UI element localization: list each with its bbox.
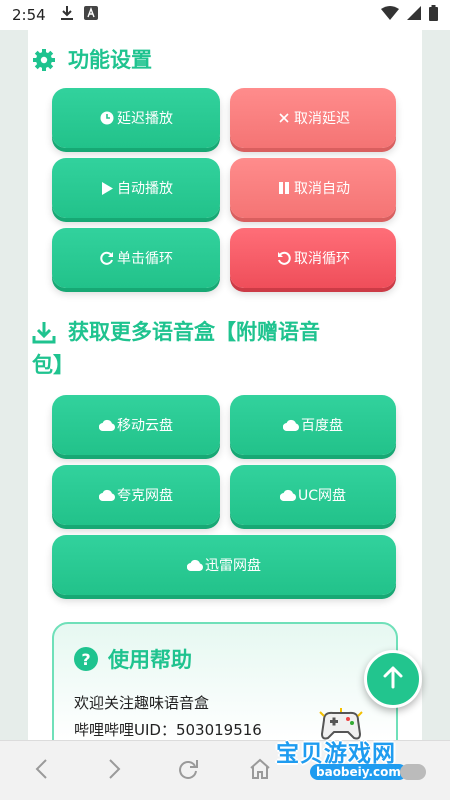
gear-icon [32, 48, 56, 72]
delay-play-button[interactable]: 延迟播放 [52, 88, 220, 148]
arrow-up-icon [382, 665, 404, 693]
pause-icon [276, 180, 292, 196]
cancel-auto-button[interactable]: 取消自动 [230, 158, 396, 218]
watermark: 宝贝游戏网 baobeiy.com [270, 708, 445, 788]
undo-icon [276, 250, 292, 266]
uc-disk-button[interactable]: UC网盘 [230, 465, 396, 525]
cloud-icon [99, 487, 115, 503]
redo-icon [99, 250, 115, 266]
scroll-to-top-button[interactable] [364, 650, 422, 708]
clock-icon [99, 110, 115, 126]
download-section-title: 获取更多语音盒【附赠语音 包】 [32, 320, 320, 377]
font-icon [83, 6, 98, 24]
help-line-uid: 哔哩哔哩UID：503019516 [74, 721, 262, 739]
reload-button[interactable] [174, 757, 202, 785]
xunlei-disk-button[interactable]: 迅雷网盘 [52, 535, 396, 595]
play-icon [99, 180, 115, 196]
baidu-disk-button[interactable]: 百度盘 [230, 395, 396, 455]
status-bar: 2:54 [0, 0, 450, 30]
watermark-text: 宝贝游戏网 [276, 741, 396, 767]
back-button[interactable] [28, 757, 56, 785]
status-time: 2:54 [12, 6, 46, 24]
cloud-icon [99, 417, 115, 433]
home-icon [248, 757, 272, 785]
chevron-right-icon [107, 758, 121, 784]
cloud-icon [283, 417, 299, 433]
wifi-icon [381, 6, 399, 24]
mobile-cloud-button[interactable]: 移动云盘 [52, 395, 220, 455]
page-content[interactable]: 功能设置 延迟播放 取消延迟 自动播放 取消自动 单击循环 取消循环 获取更多语… [0, 30, 450, 740]
battery-icon [429, 5, 438, 25]
close-icon [276, 110, 292, 126]
refresh-icon [176, 757, 200, 785]
quark-disk-button[interactable]: 夸克网盘 [52, 465, 220, 525]
download-icon [32, 320, 56, 344]
cloud-icon [187, 557, 203, 573]
function-settings-title: 功能设置 [32, 44, 152, 77]
download-icon [60, 5, 74, 25]
cancel-loop-button[interactable]: 取消循环 [230, 228, 396, 288]
single-loop-button[interactable]: 单击循环 [52, 228, 220, 288]
question-icon: ? [74, 647, 98, 671]
forward-button[interactable] [100, 757, 128, 785]
cloud-icon [279, 487, 296, 503]
cancel-delay-button[interactable]: 取消延迟 [230, 88, 396, 148]
help-line-follow: 欢迎关注趣味语音盒 [74, 694, 210, 712]
signal-icon [407, 6, 421, 24]
help-title: ? 使用帮助 [74, 644, 192, 674]
auto-play-button[interactable]: 自动播放 [52, 158, 220, 218]
watermark-toggle [400, 764, 426, 780]
watermark-url: baobeiy.com [310, 764, 407, 780]
chevron-left-icon [35, 758, 49, 784]
